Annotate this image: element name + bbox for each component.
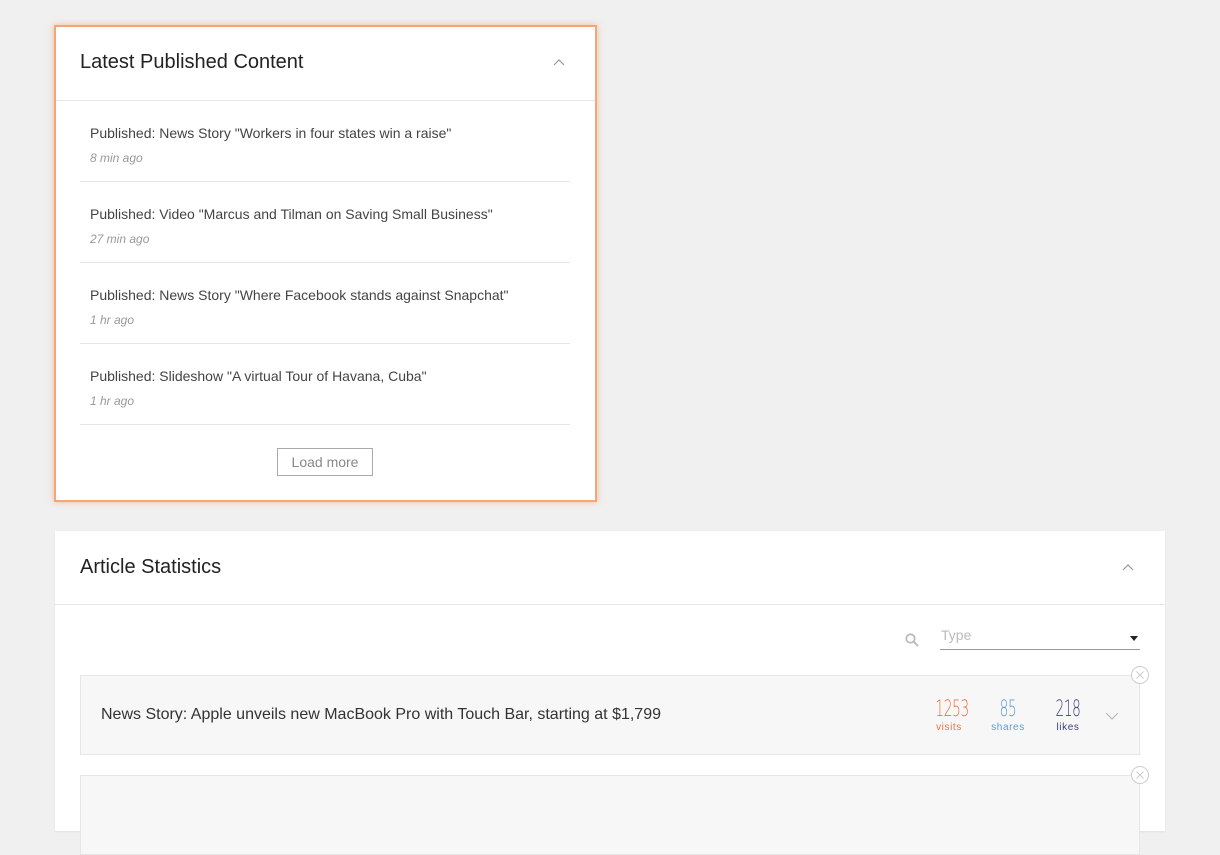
shares-stat: 85 shares [986, 698, 1030, 734]
likes-count: 218 [1055, 697, 1081, 722]
likes-label: likes [1056, 722, 1080, 733]
shares-count: 85 [999, 697, 1017, 722]
published-list: Published: News Story "Workers in four s… [80, 101, 570, 425]
visits-stat: 1253 visits [927, 698, 971, 734]
chevron-up-icon[interactable] [553, 58, 565, 70]
caret-down-icon [1130, 636, 1138, 641]
list-item[interactable]: Published: Slideshow "A virtual Tour of … [80, 344, 570, 425]
card-title: Article Statistics [80, 556, 222, 578]
published-item-time: 27 min ago [90, 232, 150, 246]
search-icon[interactable] [905, 633, 919, 652]
card-title: Latest Published Content [80, 51, 304, 73]
close-circle-icon[interactable] [1131, 666, 1149, 684]
published-item-title[interactable]: Published: News Story "Workers in four s… [90, 125, 451, 141]
filter-row: Type [55, 627, 1165, 657]
published-item-title[interactable]: Published: Video "Marcus and Tilman on S… [90, 206, 493, 222]
list-item[interactable]: Published: Video "Marcus and Tilman on S… [80, 182, 570, 263]
visits-count: 1253 [935, 697, 969, 722]
likes-stat: 218 likes [1046, 698, 1090, 734]
chevron-down-icon[interactable] [1105, 708, 1119, 726]
published-item-time: 1 hr ago [90, 313, 135, 327]
shares-label: shares [991, 722, 1025, 733]
load-more-button[interactable]: Load more [277, 448, 373, 476]
published-item-title[interactable]: Published: News Story "Where Facebook st… [90, 287, 509, 303]
latest-published-card: Latest Published Content Published: News… [54, 25, 597, 502]
published-item-time: 1 hr ago [90, 394, 135, 408]
type-placeholder: Type [941, 627, 972, 643]
published-item-time: 8 min ago [90, 151, 143, 165]
list-item[interactable]: Published: News Story "Workers in four s… [80, 101, 570, 182]
article-statistics-header: Article Statistics [55, 531, 1165, 605]
latest-published-header: Latest Published Content [56, 27, 595, 101]
chevron-up-icon[interactable] [1122, 563, 1134, 575]
published-item-title[interactable]: Published: Slideshow "A virtual Tour of … [90, 368, 427, 384]
article-title[interactable]: News Story: Apple unveils new MacBook Pr… [101, 706, 661, 724]
type-select[interactable]: Type [940, 627, 1140, 650]
article-row[interactable] [80, 766, 1149, 855]
visits-label: visits [936, 722, 962, 733]
article-row[interactable]: News Story: Apple unveils new MacBook Pr… [80, 666, 1149, 755]
list-item[interactable]: Published: News Story "Where Facebook st… [80, 263, 570, 344]
close-circle-icon[interactable] [1131, 766, 1149, 784]
article-statistics-card: Article Statistics Type News Story: Appl… [55, 531, 1165, 855]
